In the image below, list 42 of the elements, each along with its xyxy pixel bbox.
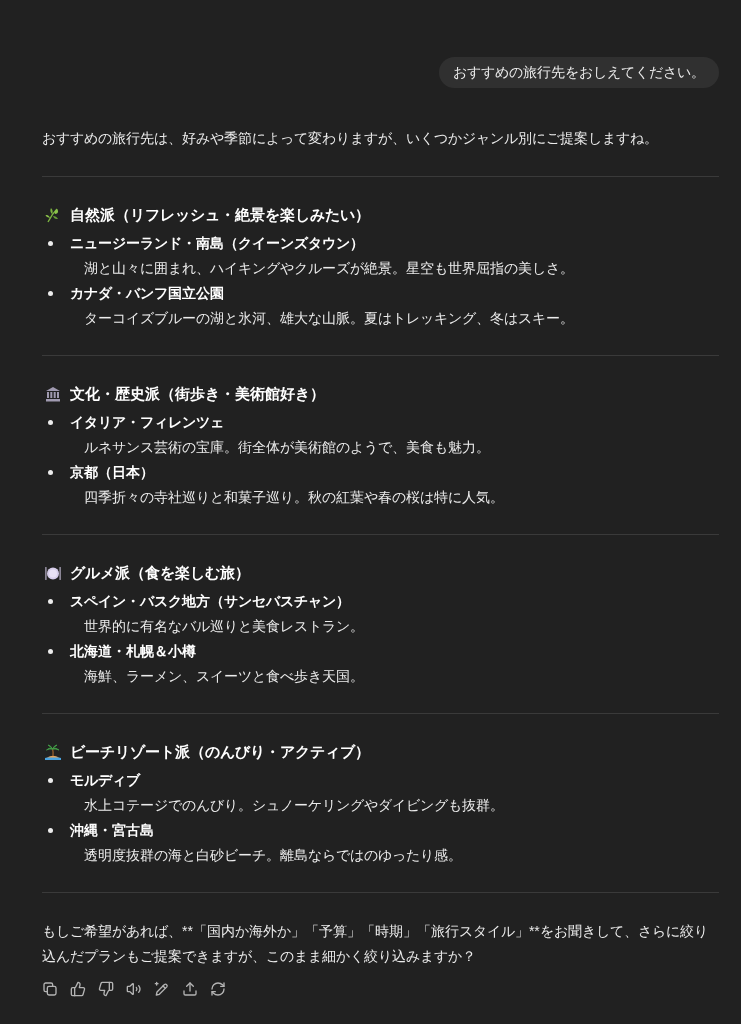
- bullet-icon: [48, 291, 53, 296]
- upload-icon: [182, 981, 198, 997]
- bullet-icon: [48, 470, 53, 475]
- destination-name: 北海道・札幌＆小樽: [70, 642, 196, 661]
- thumbs-up-icon: [70, 981, 86, 997]
- bullet-icon: [48, 420, 53, 425]
- section-heading: ビーチリゾート派（のんびり・アクティブ）: [70, 742, 370, 762]
- palm-island-icon: [45, 744, 61, 760]
- destination-description: ターコイズブルーの湖と氷河、雄大な山脈。夏はトレッキング、冬はスキー。: [83, 309, 575, 328]
- bullet-icon: [48, 241, 53, 246]
- destination-name: 沖縄・宮古島: [70, 821, 154, 840]
- destination-name: モルディブ: [70, 771, 140, 790]
- destination-name: 京都（日本）: [70, 463, 154, 482]
- bullet-icon: [48, 778, 53, 783]
- bullet-icon: [48, 649, 53, 654]
- copy-icon: [42, 981, 58, 997]
- destination-name: ニュージーランド・南島（クイーンズタウン）: [70, 234, 364, 253]
- destination-description: 水上コテージでのんびり。シュノーケリングやダイビングも抜群。: [83, 796, 505, 815]
- speaker-icon: [126, 981, 142, 997]
- bullet-icon: [48, 599, 53, 604]
- destination-description: ルネサンス芸術の宝庫。街全体が美術館のようで、美食も魅力。: [83, 438, 491, 457]
- destination-description: 世界的に有名なバル巡りと美食レストラン。: [83, 617, 365, 636]
- pencil-sparkle-icon: [154, 981, 170, 997]
- section-heading: 文化・歴史派（街歩き・美術館好き）: [70, 384, 325, 404]
- destination-description: 湖と山々に囲まれ、ハイキングやクルーズが絶景。星空も世界屈指の美しさ。: [83, 259, 575, 278]
- plate-cutlery-icon: [45, 565, 61, 581]
- destination-name: カナダ・バンフ国立公園: [70, 284, 224, 303]
- refresh-icon: [210, 981, 226, 997]
- bullet-icon: [48, 828, 53, 833]
- thumbs-down-icon: [98, 981, 114, 997]
- destination-description: 四季折々の寺社巡りと和菓子巡り。秋の紅葉や春の桜は特に人気。: [83, 488, 505, 507]
- section-heading: 自然派（リフレッシュ・絶景を楽しみたい）: [70, 205, 370, 225]
- destination-name: イタリア・フィレンツェ: [70, 413, 224, 432]
- herb-icon: [45, 207, 61, 223]
- classical-building-icon: [45, 386, 61, 402]
- section-heading: グルメ派（食を楽しむ旅）: [70, 563, 250, 583]
- destination-description: 透明度抜群の海と白砂ビーチ。離島ならではのゆったり感。: [83, 846, 463, 865]
- destination-name: スペイン・バスク地方（サンセバスチャン）: [70, 592, 350, 611]
- intro-text: おすすめの旅行先は、好みや季節によって変わりますが、いくつかジャンル別にご提案しますね。: [42, 129, 659, 148]
- destination-description: 海鮮、ラーメン、スイーツと食べ歩き天国。: [83, 667, 365, 686]
- closing-text: もしご希望があれば、**「国内か海外か」「予算」「時期」「旅行スタイル」**をお聞きして、さらに絞り込んだプランもご提案できますが、このまま細かく絞り込みますか？: [42, 922, 709, 966]
- user-message-bubble: おすすめの旅行先をおしえてください。: [439, 57, 719, 88]
